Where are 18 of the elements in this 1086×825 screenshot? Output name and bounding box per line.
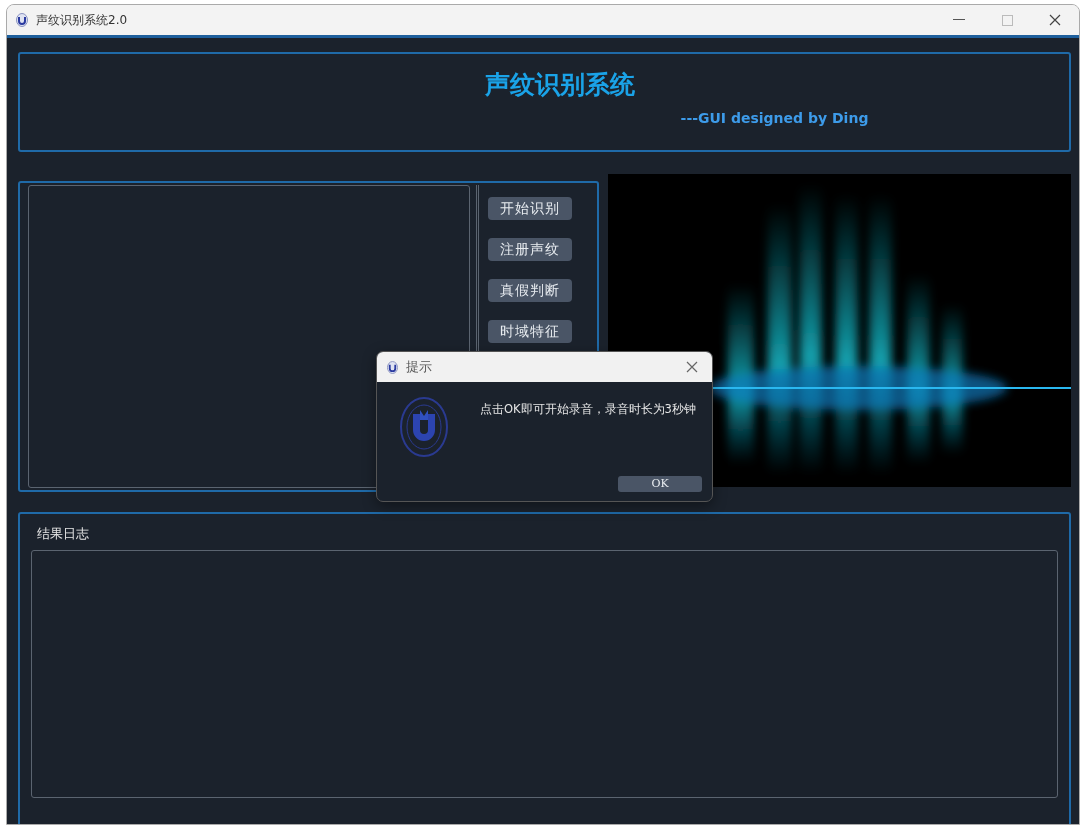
close-icon xyxy=(686,361,698,373)
app-icon xyxy=(16,13,28,27)
subtitle: ---GUI designed by Ding xyxy=(680,108,869,128)
action-button[interactable]: 时域特征 xyxy=(488,320,572,343)
minimize-icon xyxy=(953,19,965,21)
action-button[interactable]: 真假判断 xyxy=(488,279,572,302)
dialog-title: 提示 xyxy=(406,358,432,377)
ok-button[interactable]: OK xyxy=(618,476,702,492)
app-icon xyxy=(387,360,398,374)
action-button[interactable]: 开始识别 xyxy=(488,197,572,220)
log-label: 结果日志 xyxy=(37,525,90,543)
dialog-message: 点击OK即可开始录音，录音时长为3秒钟 xyxy=(480,401,696,418)
app-title: 声纹识别系统 xyxy=(484,69,635,101)
emblem-icon xyxy=(399,396,449,458)
close-icon xyxy=(1049,14,1061,26)
maximize-icon xyxy=(1001,14,1013,26)
action-button[interactable]: 注册声纹 xyxy=(488,238,572,261)
window-title: 声纹识别系统2.0 xyxy=(36,12,128,29)
